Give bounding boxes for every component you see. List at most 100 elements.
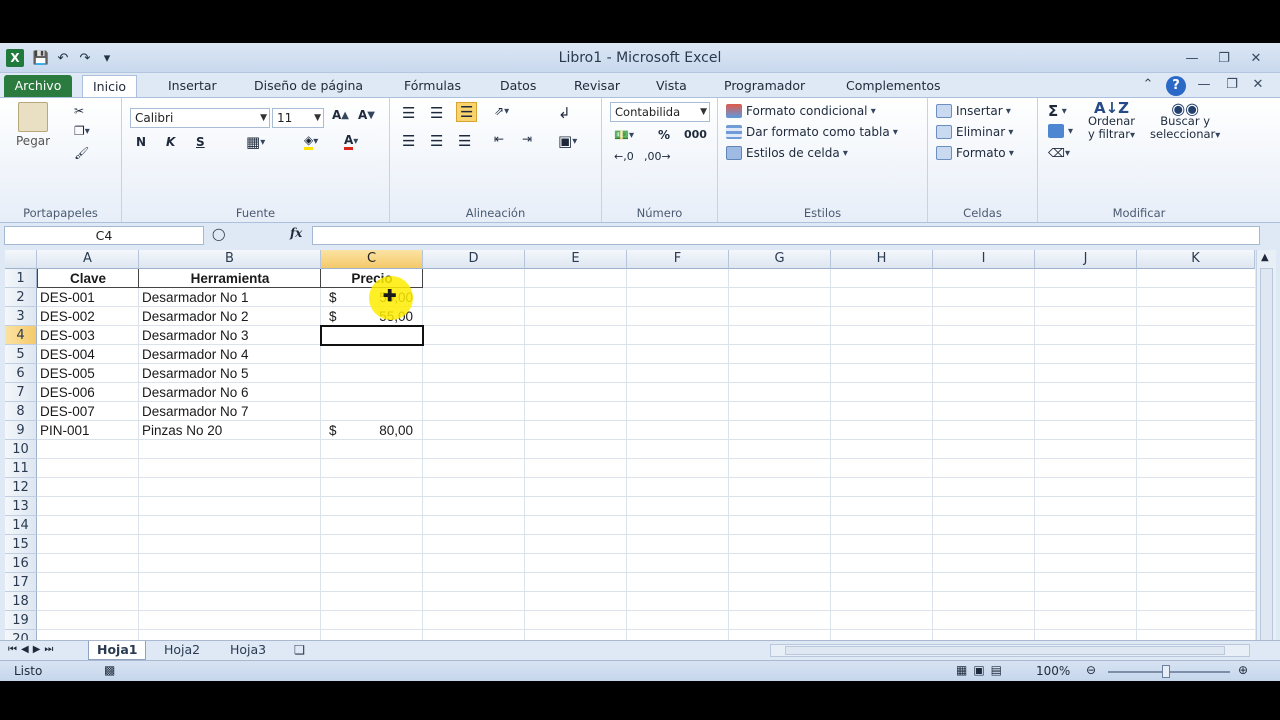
name-box[interactable]: C4 xyxy=(4,226,204,245)
align-middle-icon[interactable]: ☰ xyxy=(430,104,443,122)
tab-archivo[interactable]: Archivo xyxy=(4,75,72,97)
row-header-11[interactable]: 11 xyxy=(5,459,37,478)
workbook-close-icon[interactable]: ✕ xyxy=(1244,75,1272,93)
column-header-d[interactable]: D xyxy=(423,250,525,269)
number-format-combo[interactable]: Contabilida ▼ xyxy=(610,102,710,122)
scroll-thumb[interactable] xyxy=(1260,268,1273,642)
accounting-format-icon[interactable]: 💵 ▾ xyxy=(614,128,634,142)
cell-a7[interactable]: DES-006 xyxy=(40,383,138,402)
cell-c9[interactable]: 80,00 xyxy=(341,421,413,440)
delete-cells-button[interactable]: Eliminar ▾ xyxy=(936,125,1013,139)
paste-button[interactable]: Pegar xyxy=(16,102,50,148)
row-header-13[interactable]: 13 xyxy=(5,497,37,516)
tab-complementos[interactable]: Complementos xyxy=(836,75,951,97)
align-center-icon[interactable]: ☰ xyxy=(430,132,443,150)
cell-b6[interactable]: Desarmador No 5 xyxy=(142,364,320,383)
tab-datos[interactable]: Datos xyxy=(490,75,546,97)
cell-b2[interactable]: Desarmador No 1 xyxy=(142,288,320,307)
row-header-10[interactable]: 10 xyxy=(5,440,37,459)
merge-center-icon[interactable]: ▣ ▾ xyxy=(558,132,577,150)
column-header-b[interactable]: B xyxy=(139,250,321,269)
autosum-button[interactable]: Σ ▾ xyxy=(1048,102,1067,120)
comma-style-button[interactable]: 000 xyxy=(684,128,707,141)
grow-font-icon[interactable]: A ▲ xyxy=(332,108,349,122)
column-header-j[interactable]: J xyxy=(1035,250,1137,269)
align-top-icon[interactable]: ☰ xyxy=(402,104,415,122)
fill-icon[interactable]: ▾ xyxy=(1048,124,1073,138)
restore-icon[interactable]: ❐ xyxy=(1210,49,1238,67)
minimize-ribbon-icon[interactable]: ⌃ xyxy=(1134,75,1162,93)
row-header-4[interactable]: 4 xyxy=(5,326,37,345)
cell-b1[interactable]: Herramienta xyxy=(139,269,321,288)
workbook-minimize-icon[interactable]: — xyxy=(1190,75,1218,93)
tab-diseno-pagina[interactable]: Diseño de página xyxy=(244,75,373,97)
cell-a8[interactable]: DES-007 xyxy=(40,402,138,421)
row-header-17[interactable]: 17 xyxy=(5,573,37,592)
zoom-out-icon[interactable]: ⊖ xyxy=(1086,663,1096,677)
sheet-tab-hoja3[interactable]: Hoja3 xyxy=(222,641,274,660)
minimize-icon[interactable]: — xyxy=(1178,49,1206,67)
cell-a5[interactable]: DES-004 xyxy=(40,345,138,364)
cell-b7[interactable]: Desarmador No 6 xyxy=(142,383,320,402)
cell-a2[interactable]: DES-001 xyxy=(40,288,138,307)
column-header-f[interactable]: F xyxy=(627,250,729,269)
insert-sheet-icon[interactable]: ❏ xyxy=(286,641,313,660)
font-color-icon[interactable]: A ▾ xyxy=(344,133,358,150)
tab-insertar[interactable]: Insertar xyxy=(158,75,227,97)
conditional-format-button[interactable]: Formato condicional ▾ xyxy=(726,104,876,118)
formula-input[interactable] xyxy=(312,226,1260,245)
bold-button[interactable]: N xyxy=(136,135,146,149)
cell-a1[interactable]: Clave xyxy=(37,269,139,288)
row-header-1[interactable]: 1 xyxy=(5,269,37,288)
align-left-icon[interactable]: ☰ xyxy=(402,132,415,150)
tab-revisar[interactable]: Revisar xyxy=(564,75,630,97)
cell-a3[interactable]: DES-002 xyxy=(40,307,138,326)
row-header-12[interactable]: 12 xyxy=(5,478,37,497)
cell-b8[interactable]: Desarmador No 7 xyxy=(142,402,320,421)
font-size-combo[interactable]: 11 ▼ xyxy=(272,108,324,128)
cell-a6[interactable]: DES-005 xyxy=(40,364,138,383)
row-header-7[interactable]: 7 xyxy=(5,383,37,402)
select-all-corner[interactable] xyxy=(5,250,37,269)
increase-indent-icon[interactable]: ⇥ xyxy=(522,132,532,146)
row-header-19[interactable]: 19 xyxy=(5,611,37,630)
row-header-5[interactable]: 5 xyxy=(5,345,37,364)
column-header-i[interactable]: I xyxy=(933,250,1035,269)
column-header-c[interactable]: C xyxy=(321,250,423,269)
tab-formulas[interactable]: Fórmulas xyxy=(394,75,471,97)
row-header-9[interactable]: 9 xyxy=(5,421,37,440)
close-icon[interactable]: ✕ xyxy=(1242,49,1270,67)
cell-b3[interactable]: Desarmador No 2 xyxy=(142,307,320,326)
spreadsheet-grid[interactable]: A B C D E F G H I J K 1 2 3 4 5 6 7 8 9 10 11 12 13 1… xyxy=(5,250,1255,680)
row-header-15[interactable]: 15 xyxy=(5,535,37,554)
row-header-8[interactable]: 8 xyxy=(5,402,37,421)
format-painter-icon[interactable]: 🖌 xyxy=(74,146,89,160)
row-header-6[interactable]: 6 xyxy=(5,364,37,383)
find-select-button[interactable]: ◉◉ Buscar y seleccionar▾ xyxy=(1150,101,1220,142)
percent-style-button[interactable]: % xyxy=(658,128,670,142)
zoom-slider-thumb[interactable] xyxy=(1162,665,1170,678)
wrap-text-icon[interactable]: ↲ xyxy=(558,104,571,122)
increase-decimal-icon[interactable]: ←,0 xyxy=(614,150,634,163)
orientation-icon[interactable]: ⇗ ▾ xyxy=(494,104,509,118)
clear-icon[interactable]: ⌫ ▾ xyxy=(1048,146,1070,160)
zoom-level[interactable]: 100% xyxy=(1036,664,1070,678)
sheet-nav-icons[interactable]: ⏮◀▶⏭ xyxy=(8,644,57,655)
copy-icon[interactable]: ❐ ▾ xyxy=(74,124,90,138)
help-icon[interactable]: ? xyxy=(1166,76,1186,96)
underline-button[interactable]: S xyxy=(196,135,205,149)
tab-inicio[interactable]: Inicio xyxy=(82,75,138,97)
column-header-e[interactable]: E xyxy=(525,250,627,269)
insert-cells-button[interactable]: Insertar ▾ xyxy=(936,104,1011,118)
sheet-tab-hoja2[interactable]: Hoja2 xyxy=(156,641,208,660)
cell-a9[interactable]: PIN-001 xyxy=(40,421,138,440)
view-buttons-icon[interactable]: ▦▣▤ xyxy=(956,663,1008,677)
horizontal-scroll-thumb[interactable] xyxy=(785,646,1225,655)
row-header-14[interactable]: 14 xyxy=(5,516,37,535)
cell-b5[interactable]: Desarmador No 4 xyxy=(142,345,320,364)
shrink-font-icon[interactable]: A ▼ xyxy=(358,108,375,122)
font-name-combo[interactable]: Calibri ▼ xyxy=(130,108,270,128)
cell-b9[interactable]: Pinzas No 20 xyxy=(142,421,320,440)
tab-programador[interactable]: Programador xyxy=(714,75,815,97)
decrease-decimal-icon[interactable]: ,00→ xyxy=(644,150,671,163)
